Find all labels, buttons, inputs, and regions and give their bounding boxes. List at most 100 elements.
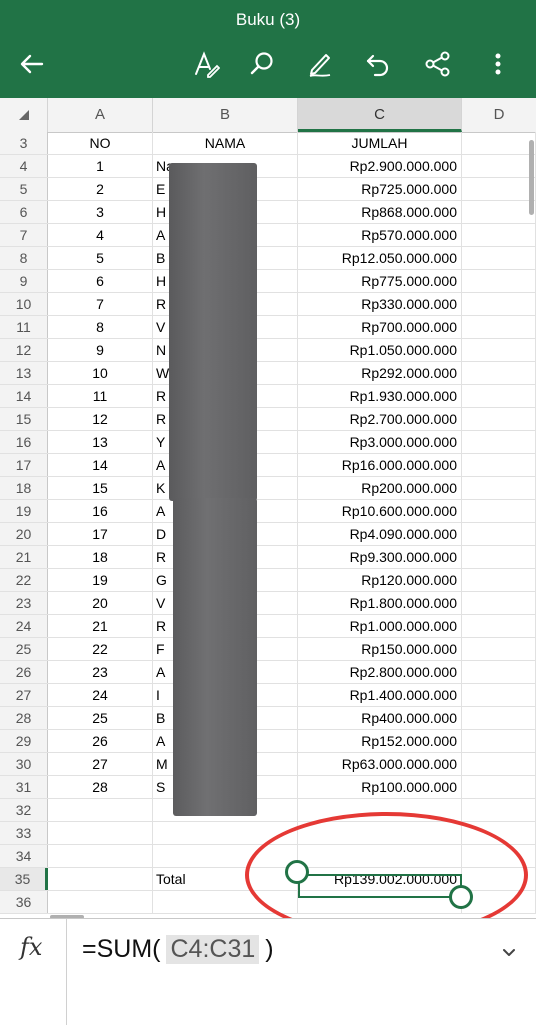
cell-jumlah[interactable]: Rp2.800.000.000: [298, 661, 462, 683]
cell-empty[interactable]: [462, 408, 536, 430]
cell-jumlah[interactable]: Rp150.000.000: [298, 638, 462, 660]
cell-jumlah[interactable]: Rp1.050.000.000: [298, 339, 462, 361]
cell-no[interactable]: 4: [48, 224, 153, 246]
cell-no[interactable]: [48, 799, 153, 821]
row-header[interactable]: 25: [0, 638, 48, 660]
cell-empty[interactable]: [462, 615, 536, 637]
cell-no[interactable]: 23: [48, 661, 153, 683]
cell-empty[interactable]: [462, 339, 536, 361]
cell-jumlah[interactable]: Rp700.000.000: [298, 316, 462, 338]
row-header[interactable]: 22: [0, 569, 48, 591]
row-header[interactable]: 36: [0, 891, 48, 913]
cell-empty[interactable]: [462, 454, 536, 476]
row-header[interactable]: 27: [0, 684, 48, 706]
row-header[interactable]: 14: [0, 385, 48, 407]
row-header[interactable]: 4: [0, 155, 48, 177]
cell-no[interactable]: 7: [48, 293, 153, 315]
cell-empty[interactable]: [462, 546, 536, 568]
draw-pen-icon[interactable]: [302, 46, 338, 82]
row-header[interactable]: 9: [0, 270, 48, 292]
cell-no[interactable]: 26: [48, 730, 153, 752]
cell-jumlah[interactable]: Rp400.000.000: [298, 707, 462, 729]
column-header-b[interactable]: B: [153, 98, 298, 132]
row-header[interactable]: 28: [0, 707, 48, 729]
row-header[interactable]: 5: [0, 178, 48, 200]
row-header[interactable]: 15: [0, 408, 48, 430]
row-header[interactable]: 26: [0, 661, 48, 683]
cell-no[interactable]: [48, 891, 153, 913]
cell-jumlah[interactable]: Rp2.900.000.000: [298, 155, 462, 177]
cell-no[interactable]: 12: [48, 408, 153, 430]
cell-empty[interactable]: [462, 477, 536, 499]
row-header[interactable]: 16: [0, 431, 48, 453]
row-header[interactable]: 31: [0, 776, 48, 798]
back-arrow-icon[interactable]: [14, 46, 50, 82]
row-header[interactable]: 32: [0, 799, 48, 821]
cell-jumlah[interactable]: Rp1.000.000.000: [298, 615, 462, 637]
row-header[interactable]: 11: [0, 316, 48, 338]
cell-empty[interactable]: [462, 178, 536, 200]
cell-no[interactable]: [48, 868, 153, 890]
cell-jumlah[interactable]: Rp775.000.000: [298, 270, 462, 292]
text-format-icon[interactable]: [188, 46, 224, 82]
row-header[interactable]: 21: [0, 546, 48, 568]
cell-jumlah[interactable]: Rp1.400.000.000: [298, 684, 462, 706]
cell-jumlah[interactable]: Rp292.000.000: [298, 362, 462, 384]
row-header[interactable]: 29: [0, 730, 48, 752]
cell-empty[interactable]: [462, 569, 536, 591]
cell-empty[interactable]: [462, 385, 536, 407]
cell-empty[interactable]: [462, 661, 536, 683]
cell-empty[interactable]: [462, 592, 536, 614]
cell-jumlah[interactable]: Rp63.000.000.000: [298, 753, 462, 775]
cell-empty[interactable]: [462, 270, 536, 292]
row-header[interactable]: 23: [0, 592, 48, 614]
cell-no[interactable]: 21: [48, 615, 153, 637]
cell-no[interactable]: 27: [48, 753, 153, 775]
select-all-corner[interactable]: [0, 98, 48, 132]
search-icon[interactable]: [244, 46, 280, 82]
column-header-d[interactable]: D: [462, 98, 536, 132]
cell-jumlah[interactable]: Rp100.000.000: [298, 776, 462, 798]
cell-no[interactable]: 5: [48, 247, 153, 269]
cell-empty[interactable]: [462, 431, 536, 453]
row-header[interactable]: 35: [0, 868, 48, 890]
cell-no[interactable]: [48, 822, 153, 844]
cell-jumlah[interactable]: Rp330.000.000: [298, 293, 462, 315]
cell-empty[interactable]: [462, 684, 536, 706]
row-header[interactable]: 30: [0, 753, 48, 775]
cell-empty[interactable]: [462, 638, 536, 660]
cell-empty[interactable]: [462, 523, 536, 545]
cell-no[interactable]: 14: [48, 454, 153, 476]
row-header[interactable]: 7: [0, 224, 48, 246]
cell-no[interactable]: 1: [48, 155, 153, 177]
row-header[interactable]: 24: [0, 615, 48, 637]
cell-empty[interactable]: [462, 293, 536, 315]
more-vertical-icon[interactable]: [480, 46, 516, 82]
cell-jumlah[interactable]: Rp1.800.000.000: [298, 592, 462, 614]
row-header[interactable]: 10: [0, 293, 48, 315]
cell-empty[interactable]: [462, 201, 536, 223]
cell-empty[interactable]: [462, 155, 536, 177]
cell-no[interactable]: 28: [48, 776, 153, 798]
cell-no[interactable]: 2: [48, 178, 153, 200]
cell-no[interactable]: 15: [48, 477, 153, 499]
cell-jumlah[interactable]: Rp9.300.000.000: [298, 546, 462, 568]
cell-empty[interactable]: [462, 707, 536, 729]
cell-no[interactable]: 19: [48, 569, 153, 591]
cell-empty[interactable]: [462, 132, 536, 154]
cell-no[interactable]: 17: [48, 523, 153, 545]
cell-jumlah[interactable]: Rp868.000.000: [298, 201, 462, 223]
cell-jumlah[interactable]: Rp725.000.000: [298, 178, 462, 200]
cell-no[interactable]: 25: [48, 707, 153, 729]
row-header[interactable]: 17: [0, 454, 48, 476]
column-header-a[interactable]: A: [48, 98, 153, 132]
vertical-scrollbar[interactable]: [529, 140, 534, 215]
cell-empty[interactable]: [462, 247, 536, 269]
undo-icon[interactable]: [360, 46, 396, 82]
cell-empty[interactable]: [462, 316, 536, 338]
row-header[interactable]: 34: [0, 845, 48, 867]
cell-jumlah[interactable]: Rp12.050.000.000: [298, 247, 462, 269]
cell-no[interactable]: 24: [48, 684, 153, 706]
cell-empty[interactable]: [462, 500, 536, 522]
cell-jumlah[interactable]: JUMLAH: [298, 132, 462, 154]
